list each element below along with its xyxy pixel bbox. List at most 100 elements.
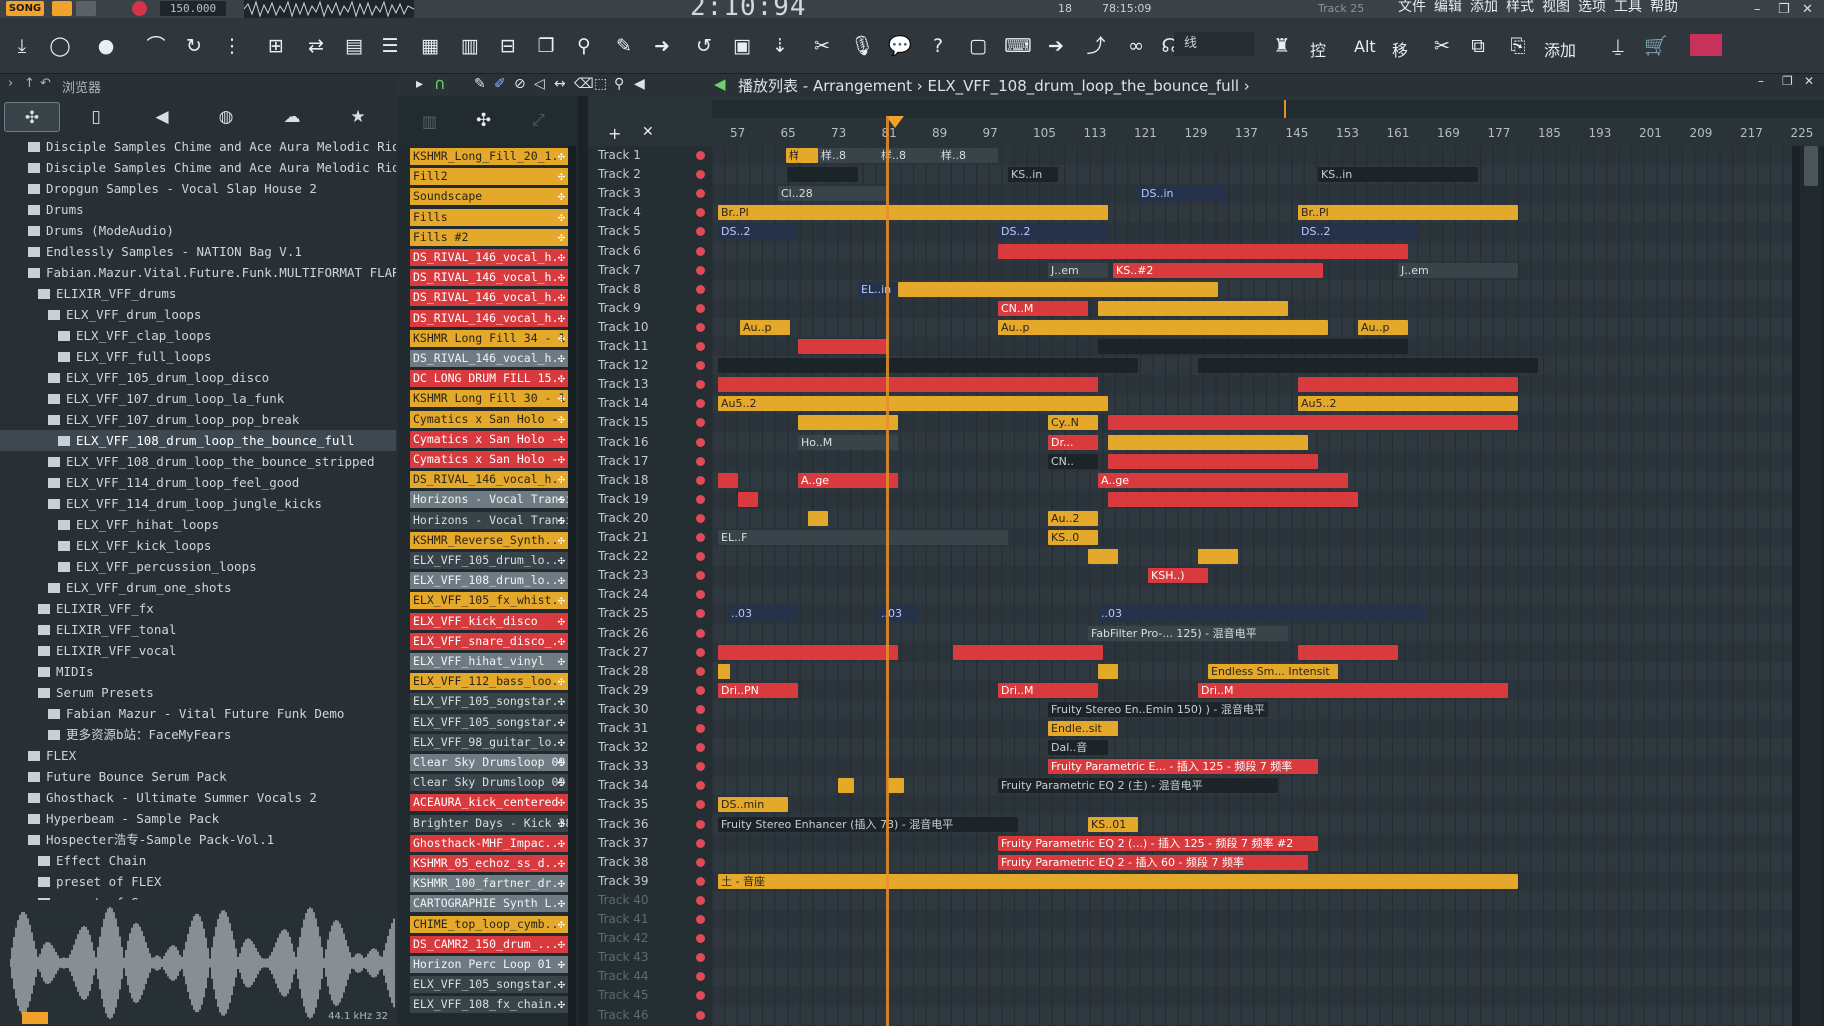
playlist-clip[interactable]: Au..2 <box>1048 510 1098 526</box>
playlist-clip[interactable]: DS..min <box>718 797 788 813</box>
picker-clip[interactable]: DC LONG DRUM FILL 15... ✣ <box>410 370 568 388</box>
playlist-clip[interactable]: 土 - 音座 <box>718 873 1518 889</box>
browser-item[interactable]: Effect Chain <box>0 850 396 871</box>
track-header[interactable]: Track 1 <box>588 146 712 165</box>
track-header[interactable]: Track 45 <box>588 986 712 1005</box>
add-pattern-icon[interactable]: ⊞ <box>262 32 290 60</box>
playlist-clip[interactable] <box>998 243 1408 259</box>
picker-clip[interactable]: KSHMR_100_fartner_dr... ✣ <box>410 875 568 893</box>
arrow-next-icon[interactable]: ➔ <box>1042 32 1070 60</box>
control-button[interactable]: 控 <box>1310 37 1326 61</box>
record-button[interactable] <box>132 1 147 16</box>
playlist-clip[interactable]: Dal..音 <box>1048 740 1108 756</box>
playlist-clip[interactable]: FabFilter Pro-... 125) - 混音电平 <box>1088 625 1288 641</box>
playlist-clip[interactable]: Au..p <box>740 319 790 335</box>
drag-handle-icon[interactable]: ✣ <box>558 188 565 205</box>
tuner-icon[interactable]: ⍊ <box>1604 32 1632 60</box>
playlist-clip[interactable] <box>1298 377 1518 393</box>
picker-clip[interactable]: Ghosthack-MHF_Impac... ✣ <box>410 834 568 852</box>
playlist-clip[interactable]: 样..8 <box>938 148 998 163</box>
track-mute-led[interactable] <box>696 743 705 753</box>
track-mute-led[interactable] <box>696 418 705 428</box>
drag-handle-icon[interactable]: ✣ <box>558 229 565 246</box>
picker-clip[interactable]: KSHMR_Reverse_Synth... ✣ <box>410 531 568 549</box>
track-header[interactable]: Track 36 <box>588 815 712 834</box>
playlist-clip[interactable]: A..ge <box>1098 472 1348 488</box>
picker-clip[interactable]: Cymatics x San Holo - ...✣ <box>410 451 568 468</box>
drag-handle-icon[interactable]: ✣ <box>558 633 565 650</box>
track-mute-led[interactable] <box>696 552 705 562</box>
stop-button[interactable] <box>76 1 96 16</box>
menu-file[interactable]: 文件 <box>1398 0 1426 14</box>
browser-item[interactable]: ELX_VFF_108_drum_loop_the_bounce_strippe… <box>0 451 396 472</box>
browser-item[interactable]: ELIXIR_VFF_tonal <box>0 619 396 640</box>
track-header[interactable]: Track 10 <box>588 318 712 337</box>
picker-clip[interactable]: Horizon Perc Loop 01 - ...✣ <box>410 956 568 973</box>
track-mute-led[interactable] <box>696 953 705 963</box>
playlist-clip[interactable]: A..ge <box>798 472 898 488</box>
paint-tool-icon[interactable]: ✐ <box>494 76 506 92</box>
playlist-clip[interactable] <box>1298 644 1398 660</box>
track-mute-led[interactable] <box>696 170 705 180</box>
playlist-clip[interactable] <box>1198 549 1238 565</box>
playlist-clip[interactable]: CN.. <box>1048 453 1098 469</box>
draw-tool-icon[interactable]: ✎ <box>474 76 486 92</box>
picker-clip[interactable]: ELX_VFF_112_bass_loo... ✣ <box>410 673 568 691</box>
arrangement-grid[interactable]: 样..8样..8样..8样..8KS..inKS..inCl..28DS..in… <box>712 146 1792 1026</box>
close-icon[interactable]: ✕ <box>1802 2 1813 17</box>
playlist-clip[interactable] <box>888 778 904 794</box>
playlist-clip[interactable]: Cl..28 <box>778 186 888 202</box>
cut-icon[interactable]: ✂ <box>1428 32 1456 60</box>
drag-handle-icon[interactable]: ✣ <box>558 592 565 609</box>
track-mute-led[interactable] <box>696 151 705 160</box>
track-mute-led[interactable] <box>696 322 705 332</box>
playlist-clip[interactable] <box>738 491 758 507</box>
menu-add[interactable]: 添加 <box>1470 0 1498 14</box>
track-mute-led[interactable] <box>696 571 705 581</box>
track-header[interactable]: Track 38 <box>588 853 712 872</box>
alt-button[interactable]: Alt <box>1354 37 1376 56</box>
track-header[interactable]: Track 41 <box>588 910 712 929</box>
playlist-clip[interactable]: Ho..M <box>798 434 898 450</box>
drag-handle-icon[interactable]: ✣ <box>558 451 565 468</box>
drag-handle-icon[interactable]: ✣ <box>558 673 565 690</box>
track-mute-led[interactable] <box>696 475 705 485</box>
track-header[interactable]: Track 32 <box>588 738 712 757</box>
playlist-clip[interactable]: CN..M <box>998 300 1088 316</box>
browser-item[interactable]: Ghosthack - Ultimate Summer Vocals 2 <box>0 787 396 808</box>
playlist-clip[interactable] <box>1108 434 1308 450</box>
select-tool-icon[interactable]: ⬚ <box>594 76 607 92</box>
picker-clip[interactable]: ELX_VFF_105_songstar... ✣ <box>410 976 568 994</box>
playlist-clip[interactable] <box>1198 358 1538 374</box>
track-mute-led[interactable] <box>696 666 705 676</box>
picker-clip[interactable]: ELX_VFF_hihat_vinyl ✣ <box>410 653 568 670</box>
plugin-picker-icon[interactable]: ⊟ <box>494 32 522 60</box>
timeline-ruler[interactable]: 57 65 73 81 89 97 105 113 121 129 137 145 153 161 169 1… <box>712 96 1824 146</box>
track-header[interactable]: Track 27 <box>588 643 712 662</box>
mixer-icon[interactable]: ▤ <box>340 32 368 60</box>
browser-item[interactable]: 更多资源b站：FaceMyFears <box>0 724 396 745</box>
drag-handle-icon[interactable]: ✣ <box>558 754 565 771</box>
playlist-clip[interactable]: Au5..2 <box>718 396 1108 412</box>
picker-scrollbar[interactable] <box>568 146 576 1026</box>
browser-item[interactable]: FLEX <box>0 745 396 766</box>
picker-clip[interactable]: DS_RIVAL_146_vocal_h... ✣ <box>410 289 568 307</box>
track-mute-led[interactable] <box>696 647 705 657</box>
picker-clip[interactable]: Horizons - Vocal Transi...✣ <box>410 511 568 529</box>
playlist-vertical-scrollbar[interactable] <box>1800 146 1822 1026</box>
play-button[interactable] <box>52 1 72 16</box>
track-header[interactable]: Track 16 <box>588 433 712 452</box>
drag-handle-icon[interactable]: ✣ <box>558 411 565 428</box>
track-header[interactable]: Track 11 <box>588 337 712 356</box>
tab-current-project-icon[interactable]: ▯ <box>68 102 124 132</box>
picker-clip[interactable]: ACEAURA_kick_centered ✣ <box>410 794 568 812</box>
playlist-clip[interactable] <box>1098 300 1288 316</box>
playlist-clip[interactable]: Cy..N <box>1048 415 1098 431</box>
tempo-display[interactable]: 150.000 <box>160 1 226 16</box>
drag-handle-icon[interactable]: ✣ <box>558 249 565 266</box>
paste-icon[interactable]: ⎘ <box>1504 32 1532 60</box>
arrow-right-icon[interactable]: ➜ <box>648 32 676 60</box>
playlist-clip[interactable]: Fruity Parametric E... - 插入 125 - 频段 7 频… <box>1048 759 1318 775</box>
playlist-clip[interactable]: KS..in <box>1318 167 1478 183</box>
track-mute-led[interactable] <box>696 265 705 275</box>
